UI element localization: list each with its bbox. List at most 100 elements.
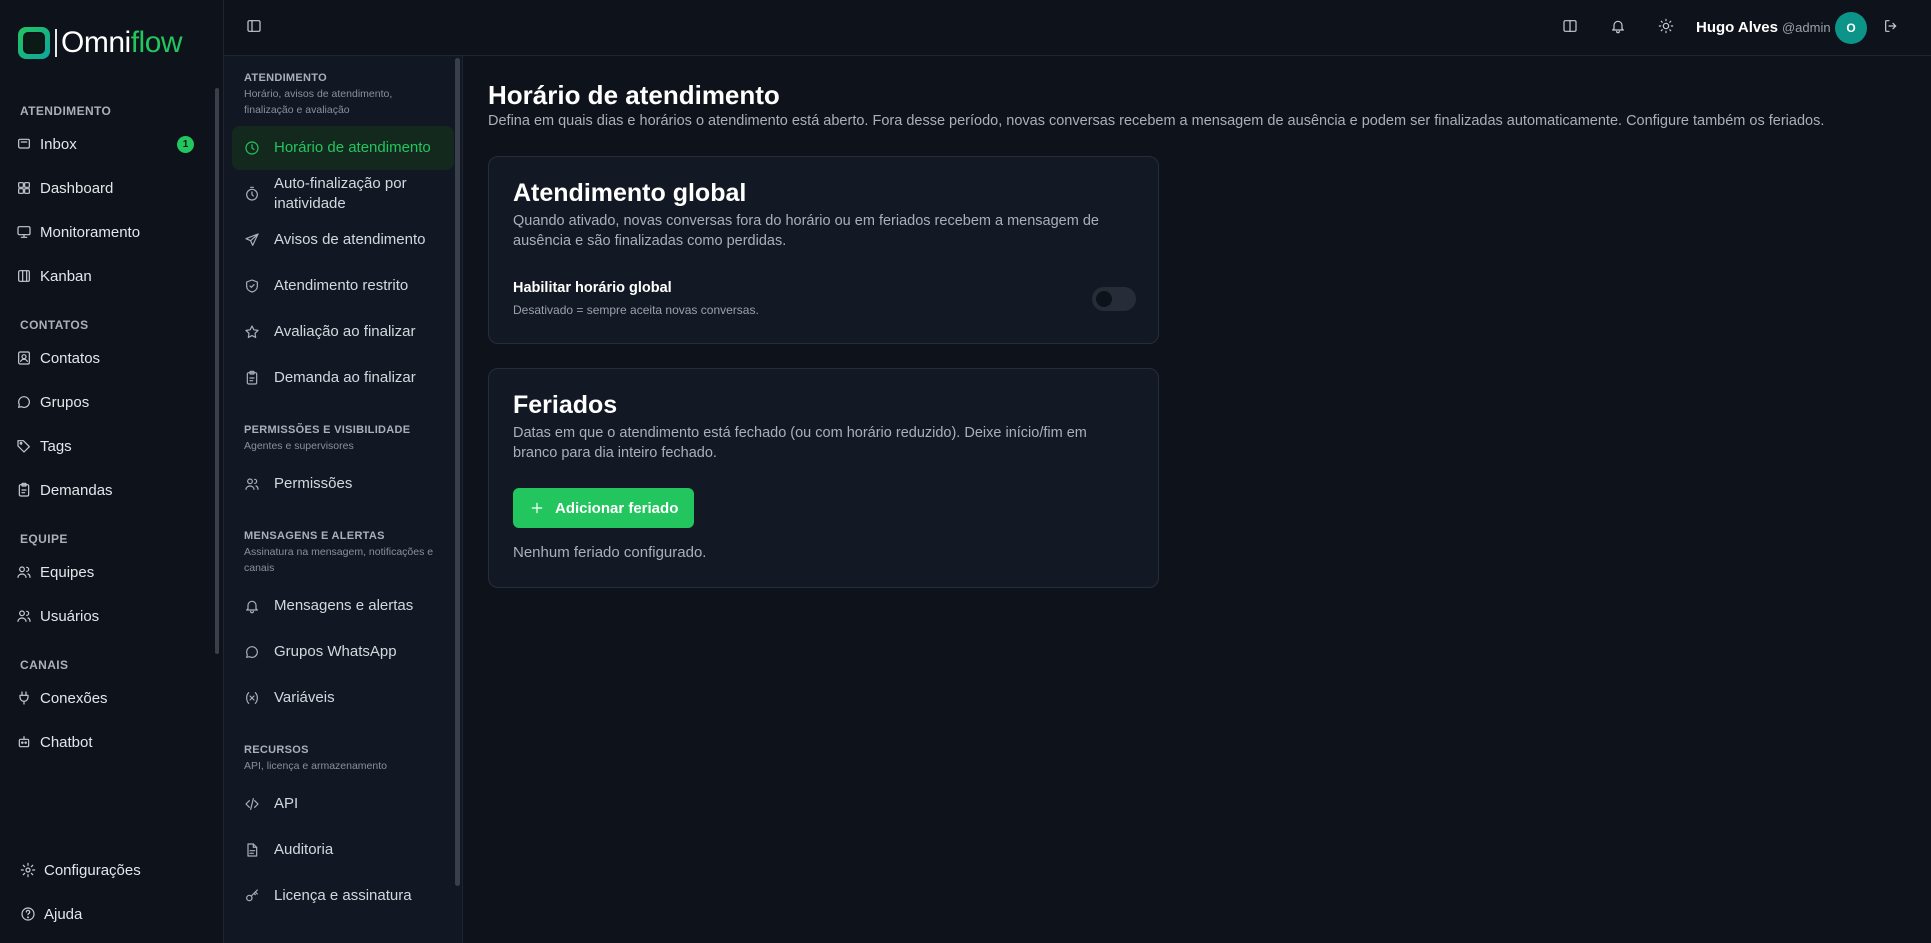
user-info[interactable]: Hugo Alves @admin xyxy=(1696,19,1831,36)
subnav-item-atendimento-restrito[interactable]: Atendimento restrito xyxy=(232,264,454,308)
settings-subnav: ATENDIMENTO Horário, avisos de atendiment… xyxy=(224,56,463,943)
subnav-item-grupos-whatsapp[interactable]: Grupos WhatsApp xyxy=(232,630,454,674)
bell-icon xyxy=(244,598,260,614)
sidebar-item-label: Grupos xyxy=(40,393,90,411)
subnav-scrollbar[interactable] xyxy=(455,58,460,886)
logo-mark xyxy=(18,27,50,59)
users-icon xyxy=(244,476,260,492)
tag-icon xyxy=(16,438,32,454)
logout-icon[interactable] xyxy=(1883,18,1899,34)
sidebar-item-usuarios[interactable]: Usuários xyxy=(0,594,210,638)
bell-icon[interactable] xyxy=(1610,18,1626,34)
nav-section-title: ATENDIMENTO xyxy=(20,104,112,118)
sidebar-item-label: Chatbot xyxy=(40,733,93,751)
nav-section-title: EQUIPE xyxy=(20,532,68,546)
logo-text: Omniflow xyxy=(61,26,183,59)
sidebar-item-ajuda[interactable]: Ajuda xyxy=(0,892,222,936)
subnav-item-api[interactable]: API xyxy=(232,782,454,826)
clipboard-icon xyxy=(16,482,32,498)
subnav-item-variaveis[interactable]: Variáveis xyxy=(232,676,454,720)
card-description: Datas em que o atendimento está fechado … xyxy=(513,425,1087,461)
contact-icon xyxy=(16,350,32,366)
subnav-item-avaliacao-ao-finalizar[interactable]: Avaliação ao finalizar xyxy=(232,310,454,354)
main-sidebar: Omniflow ATENDIMENTO Inbox 1 Dashboard Monit… xyxy=(0,0,224,943)
subnav-item-label: Grupos WhatsApp xyxy=(274,643,397,660)
card-description: Quando ativado, novas conversas fora do … xyxy=(513,213,1099,249)
subnav-item-label: Permissões xyxy=(274,475,353,492)
nav-section-title: CONTATOS xyxy=(20,318,89,332)
page-description: Defina em quais dias e horários o atendi… xyxy=(488,113,1825,129)
chat-bubble-icon xyxy=(244,644,260,660)
subnav-item-auditoria[interactable]: Auditoria xyxy=(232,828,454,872)
sidebar-item-grupos[interactable]: Grupos xyxy=(0,380,210,424)
subnav-item-label: Auto-finalização por inatividade xyxy=(274,175,407,212)
clock-icon xyxy=(244,140,260,156)
sidebar-scrollbar[interactable] xyxy=(215,88,219,654)
sidebar-item-inbox[interactable]: Inbox 1 xyxy=(0,122,210,166)
avatar[interactable]: O xyxy=(1835,12,1867,44)
sidebar-item-dashboard[interactable]: Dashboard xyxy=(0,166,210,210)
sidebar-item-label: Demandas xyxy=(40,481,113,499)
kanban-icon xyxy=(16,268,32,284)
toggle-hint: Desativado = sempre aceita novas convers… xyxy=(513,303,759,317)
subnav-item-avisos-de-atendimento[interactable]: Avisos de atendimento xyxy=(232,218,454,262)
sidebar-toggle-icon[interactable] xyxy=(246,18,262,34)
toggle-label: Habilitar horário global xyxy=(513,280,672,296)
subnav-item-permissoes[interactable]: Permissões xyxy=(232,462,454,506)
user-handle: @admin xyxy=(1781,20,1831,35)
global-hours-toggle[interactable] xyxy=(1092,287,1136,311)
sidebar-item-label: Inbox xyxy=(40,135,77,153)
sidebar-item-label: Ajuda xyxy=(44,905,83,923)
sidebar-item-configuracoes[interactable]: Configurações xyxy=(0,848,222,892)
code-icon xyxy=(244,796,260,812)
file-icon xyxy=(244,842,260,858)
key-icon xyxy=(244,888,260,904)
subnav-item-demanda-ao-finalizar[interactable]: Demanda ao finalizar xyxy=(232,356,454,400)
subnav-item-label: Licença e assinatura xyxy=(274,887,412,904)
sidebar-item-label: Kanban xyxy=(40,267,92,285)
subnav-item-horario-de-atendimento[interactable]: Horário de atendimento xyxy=(232,126,454,170)
gear-icon xyxy=(20,862,36,878)
subnav-group-title: ATENDIMENTO xyxy=(244,72,327,84)
subnav-group-title: RECURSOS xyxy=(244,744,309,756)
subnav-item-label: Avisos de atendimento xyxy=(274,231,426,248)
subnav-item-label: Atendimento restrito xyxy=(274,277,409,294)
sidebar-item-label: Configurações xyxy=(44,861,141,879)
sidebar-item-tags[interactable]: Tags xyxy=(0,424,210,468)
subnav-item-auto-finalizacao-por-inatividade[interactable]: Auto-finalização por inatividade xyxy=(232,172,454,216)
clipboard-icon xyxy=(244,370,260,386)
sidebar-item-label: Dashboard xyxy=(40,179,114,197)
columns-layout-icon[interactable] xyxy=(1562,18,1578,34)
send-icon xyxy=(244,232,260,248)
timer-icon xyxy=(244,186,260,202)
sidebar-bottom: Configurações Ajuda xyxy=(0,848,222,936)
sidebar-nav: ATENDIMENTO Inbox 1 Dashboard Monitoramento K… xyxy=(0,96,210,846)
sidebar-item-contatos[interactable]: Contatos xyxy=(0,336,210,380)
global-hours-card: Atendimento global Quando ativado, novas… xyxy=(488,156,1159,344)
sidebar-item-equipes[interactable]: Equipes xyxy=(0,550,210,594)
add-holiday-label: Adicionar feriado xyxy=(555,499,679,517)
omniflow-logo[interactable]: Omniflow xyxy=(18,26,183,60)
subnav-group-desc: Horário, avisos de atendimento, finaliza… xyxy=(244,88,393,116)
shield-icon xyxy=(244,278,260,294)
subnav-item-label: Demanda ao finalizar xyxy=(274,369,416,386)
subnav-item-mensagens-e-alertas[interactable]: Mensagens e alertas xyxy=(232,584,454,628)
holidays-card: Feriados Datas em que o atendimento está… xyxy=(488,368,1159,588)
subnav-item-label: Horário de atendimento xyxy=(274,139,431,156)
sidebar-item-monitoramento[interactable]: Monitoramento xyxy=(0,210,210,254)
sidebar-item-kanban[interactable]: Kanban xyxy=(0,254,210,298)
subnav-group-desc: Agentes e supervisores xyxy=(244,440,354,452)
sidebar-item-chatbot[interactable]: Chatbot xyxy=(0,720,210,764)
inbox-icon xyxy=(16,136,32,152)
card-title: Atendimento global xyxy=(513,179,747,207)
sidebar-item-demandas[interactable]: Demandas xyxy=(0,468,210,512)
add-holiday-button[interactable]: Adicionar feriado xyxy=(513,488,695,528)
subnav-group-desc: API, licença e armazenamento xyxy=(244,760,387,772)
sidebar-item-conexoes[interactable]: Conexões xyxy=(0,676,210,720)
help-icon xyxy=(20,906,36,922)
unread-badge: 1 xyxy=(177,135,194,153)
subnav-item-licenca-e-assinatura[interactable]: Licença e assinatura xyxy=(232,874,454,918)
users-icon xyxy=(16,608,32,624)
subnav-group-title: MENSAGENS E ALERTAS xyxy=(244,530,385,542)
sun-theme-icon[interactable] xyxy=(1658,18,1674,34)
